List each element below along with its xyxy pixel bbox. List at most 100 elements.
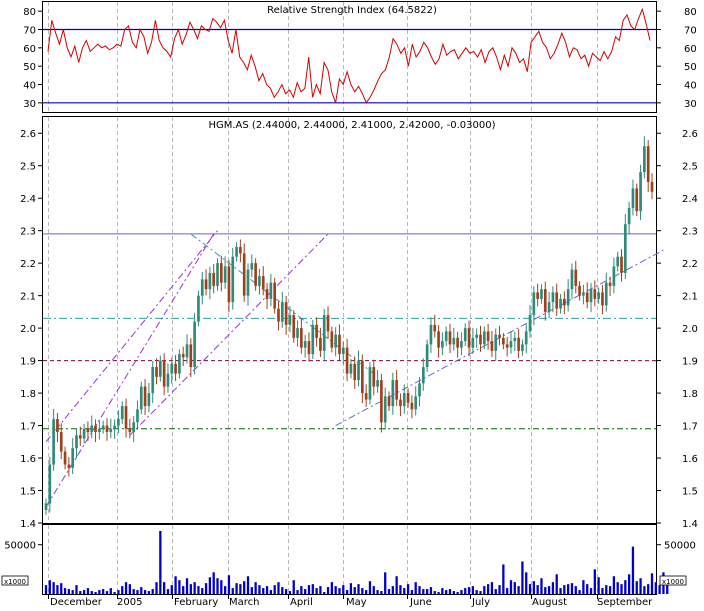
candle-body xyxy=(517,337,520,351)
rsi-y-tick-label-right: 40 xyxy=(684,81,697,92)
candle-body xyxy=(597,292,600,299)
candle-body xyxy=(170,363,174,374)
candle-body xyxy=(532,292,536,316)
candle-body xyxy=(349,363,353,374)
candle-body xyxy=(166,373,170,387)
candle-body xyxy=(463,328,467,342)
candle-body xyxy=(467,328,471,348)
candle-body xyxy=(44,503,48,511)
candle-body xyxy=(63,451,67,465)
candle-body xyxy=(239,246,242,254)
candle-body xyxy=(136,409,139,423)
price-y-tick-label-left: 1.9 xyxy=(20,357,36,368)
candle-body xyxy=(643,146,646,173)
candle-body xyxy=(593,289,597,299)
candle-body xyxy=(334,334,337,348)
price-y-tick-label-left: 2.0 xyxy=(20,324,36,335)
candle-body xyxy=(67,464,71,468)
candle-body xyxy=(338,334,341,355)
rsi-y-tick-label-left: 40 xyxy=(23,81,36,92)
candle-body xyxy=(376,380,379,387)
candle-body xyxy=(646,146,650,182)
candle-body xyxy=(86,428,90,433)
candle-body xyxy=(540,289,543,299)
candle-body xyxy=(208,272,212,290)
candle-body xyxy=(105,425,109,433)
candle-body xyxy=(566,289,570,306)
candle-body xyxy=(197,295,200,322)
rsi-y-tick-label-right: 30 xyxy=(684,99,697,110)
candle-body xyxy=(589,289,593,303)
x-tick-label: September xyxy=(597,597,653,607)
price-y-tick-label-right: 2.0 xyxy=(682,324,698,335)
candle-body xyxy=(280,302,284,322)
candle-body xyxy=(452,337,456,345)
candle-body xyxy=(513,337,517,342)
channel-lower-line xyxy=(45,233,215,508)
candle-body xyxy=(296,328,299,338)
price-y-tick-label-left: 1.4 xyxy=(20,519,36,530)
candle-body xyxy=(536,292,539,299)
candle-body xyxy=(303,341,307,348)
candle-body xyxy=(223,266,227,283)
price-y-tick-label-left: 2.6 xyxy=(20,129,36,140)
candle-body xyxy=(178,354,181,374)
grid xyxy=(48,2,598,594)
candle-body xyxy=(246,269,250,296)
rsi-y-tick-label-right: 70 xyxy=(684,26,697,37)
candle-body xyxy=(574,269,578,286)
candle-body xyxy=(582,292,585,296)
candle-body xyxy=(502,337,505,345)
x-tick-label: February xyxy=(174,597,218,607)
candle-body xyxy=(433,324,437,332)
rsi-y-tick-label-right: 60 xyxy=(684,44,697,55)
candle-body xyxy=(94,425,97,433)
price-y-tick-label-left: 1.7 xyxy=(20,422,36,433)
candle-body xyxy=(59,432,63,452)
candle-body xyxy=(261,276,265,290)
candle-body xyxy=(425,344,429,368)
chart-canvas: December 2005 February March April May June Jul… xyxy=(1,1,698,608)
candle-body xyxy=(612,266,616,286)
rsi-y-tick-label-left: 80 xyxy=(23,7,36,18)
candle-body xyxy=(204,279,208,290)
candle-body xyxy=(460,341,463,348)
rsi-line xyxy=(47,7,651,104)
candle-body xyxy=(315,324,318,338)
candle-body xyxy=(319,337,322,351)
candle-body xyxy=(254,263,257,286)
price-y-tick-label-right: 2.4 xyxy=(682,194,698,205)
candle-body xyxy=(231,256,235,303)
candle-body xyxy=(437,331,440,348)
candle-body xyxy=(608,282,612,286)
x-tick-label: July xyxy=(471,597,490,607)
candle-body xyxy=(128,428,132,433)
candle-body xyxy=(601,292,604,306)
candle-body xyxy=(570,269,574,290)
candle-body xyxy=(391,380,395,407)
candle-body xyxy=(159,360,162,377)
candle-body xyxy=(471,337,475,348)
candle-body xyxy=(82,428,86,439)
candle-body xyxy=(521,344,524,351)
candle-body xyxy=(505,344,509,348)
candle-body xyxy=(151,367,155,394)
price-y-tick-label-left: 2.1 xyxy=(20,292,36,303)
candle-body xyxy=(162,360,166,387)
x-tick-label: June xyxy=(409,597,432,607)
candle-body xyxy=(627,207,631,225)
price-y-tick-label-left: 1.5 xyxy=(20,487,36,498)
stock-chart: December 2005 February March April May June Jul… xyxy=(0,0,704,608)
candle-body xyxy=(212,272,216,286)
candle-body xyxy=(563,298,566,306)
svg-text:x1000: x1000 xyxy=(662,578,684,586)
candle-body xyxy=(551,292,555,303)
price-y-tick-label-right: 1.6 xyxy=(682,454,698,465)
candle-body xyxy=(250,263,254,270)
rsi-panel xyxy=(43,7,656,104)
candle-body xyxy=(219,263,223,283)
candle-body xyxy=(139,386,143,410)
volume-panel xyxy=(44,530,669,594)
candle-body xyxy=(185,344,189,358)
candle-body xyxy=(494,334,498,351)
